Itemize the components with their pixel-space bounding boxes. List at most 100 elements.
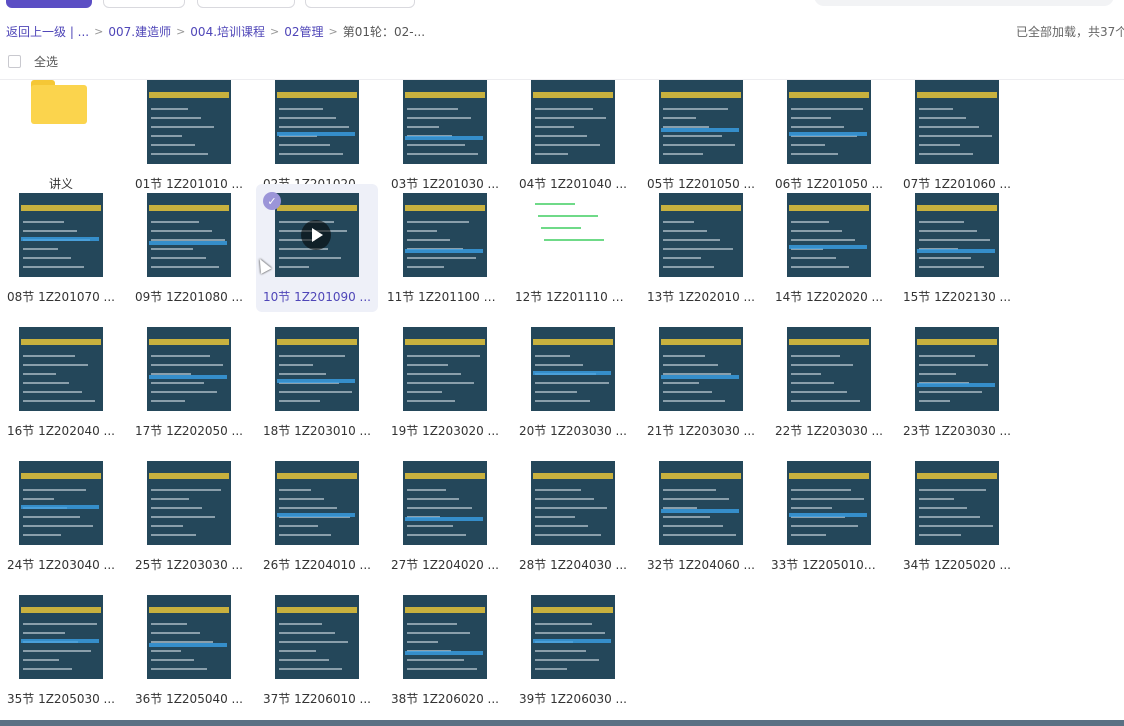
file-name: 37节 1Z206010 ... (262, 692, 371, 706)
video-item[interactable]: 32节 1Z204060 ... (640, 452, 762, 580)
video-item[interactable]: 26节 1Z204010 ... (256, 452, 378, 580)
video-thumbnail (403, 595, 487, 679)
video-item[interactable]: 12节 1Z201110 建... (512, 184, 634, 312)
video-item[interactable]: 28节 1Z204030 ... (512, 452, 634, 580)
check-icon[interactable]: ✓ (263, 192, 281, 210)
file-name: 25节 1Z203030 ... (134, 558, 243, 572)
video-item[interactable]: 27节 1Z204020 ... (384, 452, 506, 580)
video-item[interactable]: ✓ 10节 1Z201090 ... (256, 184, 378, 312)
file-browser: 返回上一级 | ... > 007.建造师 > 004.培训课程 > 02管理 … (0, 0, 1124, 726)
file-name: 08节 1Z201070 ... (6, 290, 115, 304)
video-thumbnail (915, 193, 999, 277)
video-thumbnail (531, 80, 615, 164)
file-name: 16节 1Z202040 ... (6, 424, 115, 438)
file-name: 28节 1Z204030 ... (518, 558, 627, 572)
video-item[interactable]: 17节 1Z202050 ... (128, 318, 250, 446)
file-name: 32节 1Z204060 ... (646, 558, 755, 572)
video-thumbnail (531, 461, 615, 545)
folder-item[interactable]: 讲义 (0, 71, 122, 199)
file-name: 15节 1Z202130 ... (902, 290, 1011, 304)
play-icon[interactable] (301, 220, 331, 250)
video-item[interactable]: 16节 1Z202040 ... (0, 318, 122, 446)
video-item[interactable]: 03节 1Z201030 ... (384, 71, 506, 199)
file-name: 19节 1Z203020 ... (390, 424, 499, 438)
video-thumbnail (403, 193, 487, 277)
video-item[interactable]: 15节 1Z202130 ... (896, 184, 1018, 312)
video-item[interactable]: 01节 1Z201010 ... (128, 71, 250, 199)
video-item[interactable]: 09节 1Z201080 ... (128, 184, 250, 312)
file-name: 12节 1Z201110 建... (515, 290, 634, 304)
video-item[interactable]: 34节 1Z205020 ... (896, 452, 1018, 580)
video-thumbnail (147, 461, 231, 545)
video-item[interactable]: 35节 1Z205030 ... (0, 586, 122, 714)
file-name: 35节 1Z205030 ... (6, 692, 115, 706)
video-thumbnail (659, 461, 743, 545)
video-thumbnail (275, 461, 359, 545)
video-item[interactable]: 23节 1Z203030 ... (896, 318, 1018, 446)
video-thumbnail (147, 80, 231, 164)
video-thumbnail (403, 327, 487, 411)
video-thumbnail (403, 461, 487, 545)
file-name: 33节 1Z205010职... (771, 558, 888, 572)
file-name: 20节 1Z203030 ... (518, 424, 627, 438)
video-thumbnail (403, 80, 487, 164)
video-item[interactable]: 04节 1Z201040 ... (512, 71, 634, 199)
video-item[interactable]: 36节 1Z205040 ... (128, 586, 250, 714)
video-thumbnail (787, 461, 871, 545)
video-item[interactable]: 25节 1Z203030 ... (128, 452, 250, 580)
video-item[interactable]: 11节 1Z201100 建... (384, 184, 506, 312)
video-item[interactable]: 02节 1Z201020 ... (256, 71, 378, 199)
video-item[interactable]: 07节 1Z201060 ... (896, 71, 1018, 199)
file-name: 14节 1Z202020 ... (774, 290, 883, 304)
video-item[interactable]: 13节 1Z202010 ... (640, 184, 762, 312)
file-name: 27节 1Z204020 ... (390, 558, 499, 572)
folder-icon (31, 80, 87, 124)
file-name: 39节 1Z206030 ... (518, 692, 627, 706)
video-thumbnail (19, 461, 103, 545)
video-thumbnail (275, 595, 359, 679)
video-item[interactable]: 14节 1Z202020 ... (768, 184, 890, 312)
video-item[interactable]: 37节 1Z206010 ... (256, 586, 378, 714)
video-thumbnail (531, 327, 615, 411)
video-thumbnail (275, 80, 359, 164)
taskbar (0, 720, 1124, 726)
video-thumbnail (915, 80, 999, 164)
video-item[interactable]: 24节 1Z203040 ... (0, 452, 122, 580)
video-thumbnail (147, 595, 231, 679)
file-name: 23节 1Z203030 ... (902, 424, 1011, 438)
video-item[interactable]: 22节 1Z203030 ... (768, 318, 890, 446)
video-item[interactable]: 05节 1Z201050 ... (640, 71, 762, 199)
video-thumbnail (531, 193, 615, 277)
video-thumbnail (915, 327, 999, 411)
video-thumbnail (659, 193, 743, 277)
video-item[interactable]: 21节 1Z203030 ... (640, 318, 762, 446)
video-thumbnail (787, 327, 871, 411)
video-thumbnail (531, 595, 615, 679)
file-name: 22节 1Z203030 ... (774, 424, 883, 438)
video-item[interactable]: 20节 1Z203030 ... (512, 318, 634, 446)
video-item[interactable]: 33节 1Z205010职... (768, 452, 890, 580)
video-thumbnail (659, 80, 743, 164)
file-name: 18节 1Z203010 ... (262, 424, 371, 438)
file-name: 21节 1Z203030 ... (646, 424, 755, 438)
video-item[interactable]: 19节 1Z203020 ... (384, 318, 506, 446)
file-name: 11节 1Z201100 建... (387, 290, 506, 304)
file-name: 10节 1Z201090 ... (262, 290, 371, 304)
file-name: 26节 1Z204010 ... (262, 558, 371, 572)
file-grid: 讲义01节 1Z201010 ...02节 1Z201020 ...03节 1Z… (0, 0, 1124, 726)
video-item[interactable]: 38节 1Z206020 ... (384, 586, 506, 714)
video-thumbnail (147, 327, 231, 411)
file-name: 38节 1Z206020 ... (390, 692, 499, 706)
file-name: 34节 1Z205020 ... (902, 558, 1011, 572)
video-thumbnail (787, 80, 871, 164)
video-item[interactable]: 39节 1Z206030 ... (512, 586, 634, 714)
video-item[interactable]: 06节 1Z201050 ... (768, 71, 890, 199)
file-name: 17节 1Z202050 ... (134, 424, 243, 438)
file-name: 36节 1Z205040 ... (134, 692, 243, 706)
file-name: 09节 1Z201080 ... (134, 290, 243, 304)
video-item[interactable]: 08节 1Z201070 ... (0, 184, 122, 312)
video-thumbnail (147, 193, 231, 277)
file-name: 13节 1Z202010 ... (646, 290, 755, 304)
video-thumbnail (19, 327, 103, 411)
video-item[interactable]: 18节 1Z203010 ... (256, 318, 378, 446)
